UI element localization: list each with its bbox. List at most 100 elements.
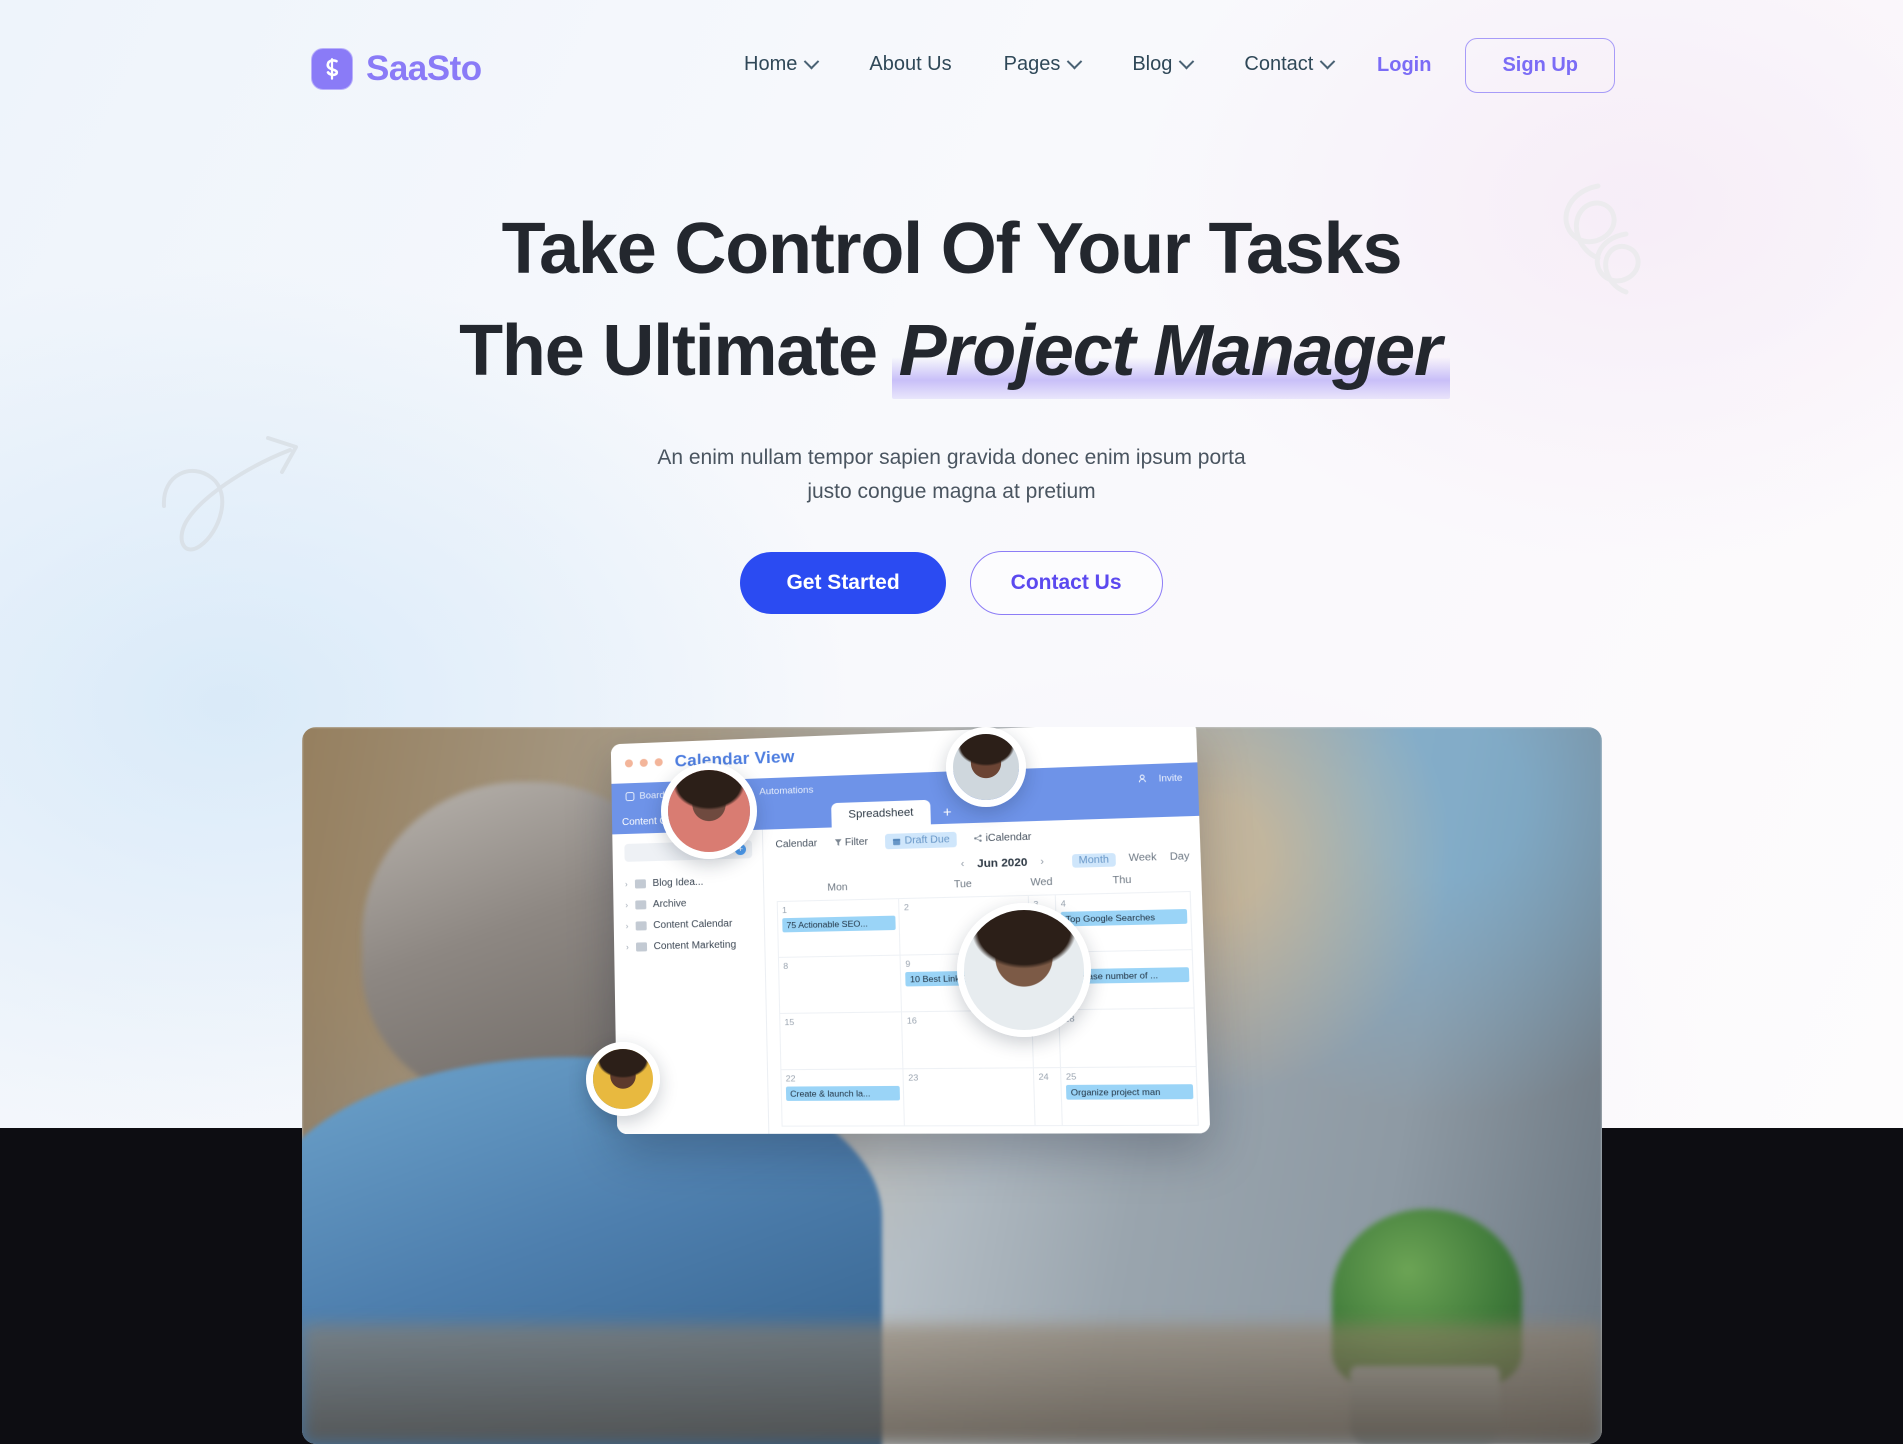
day-number: 22 <box>785 1073 796 1084</box>
view-mode-day[interactable]: Day <box>1170 851 1190 865</box>
avatar <box>661 763 757 859</box>
hero-section: Take Control Of Your Tasks The Ultimate … <box>0 206 1903 615</box>
desk-surface <box>302 1324 1602 1444</box>
avatar-photo <box>593 1049 653 1109</box>
nav-item-pages[interactable]: Pages <box>978 47 1107 82</box>
calendar-month-label: Jun 2020 <box>976 856 1028 870</box>
avatar-photo <box>668 770 750 852</box>
calendar-view-toggle: Month Week Day <box>1071 851 1190 868</box>
calendar-icon <box>892 838 900 845</box>
nav-item-about-us[interactable]: About Us <box>843 47 977 82</box>
contact-us-button[interactable]: Contact Us <box>969 550 1163 615</box>
prev-month-icon[interactable]: ‹ <box>961 858 965 869</box>
avatar <box>946 727 1026 807</box>
folder-icon <box>635 942 647 952</box>
day-number: 23 <box>908 1072 919 1083</box>
day-number: 24 <box>1038 1071 1049 1082</box>
avatar-photo <box>953 734 1019 800</box>
next-month-icon[interactable]: › <box>1040 856 1044 868</box>
sidebar-item-label: Content Calendar <box>653 918 733 932</box>
chevron-right-icon: › <box>624 879 628 889</box>
tab-spreadsheet[interactable]: Spreadsheet <box>831 799 931 828</box>
calendar-event[interactable]: Create & launch la... <box>785 1085 901 1101</box>
avatar <box>957 903 1091 1037</box>
view-mode-month[interactable]: Month <box>1071 852 1116 868</box>
hero-title-highlight: Project Manager <box>891 308 1451 400</box>
view-mode-week[interactable]: Week <box>1128 852 1156 866</box>
chevron-down-icon <box>804 53 820 70</box>
calendar-week-row: 22 Create & launch la... 23 24 25 Organize… <box>780 1066 1199 1127</box>
add-tab-plus-icon[interactable]: + <box>930 799 965 825</box>
sign-up-button[interactable]: Sign Up <box>1465 38 1615 93</box>
sidebar-item-label: Archive <box>652 898 687 911</box>
tab-draft-due[interactable]: Draft Due <box>884 831 958 850</box>
weekday-wed: Wed <box>1030 876 1053 889</box>
calendar-day-cell[interactable]: 25 Organize project man <box>1060 1066 1199 1126</box>
toolbar-automations-item[interactable]: Automations <box>745 785 814 798</box>
chevron-down-icon <box>1067 53 1083 70</box>
calendar-day-cell[interactable]: 23 <box>903 1067 1035 1126</box>
get-started-button[interactable]: Get Started <box>740 551 946 614</box>
calendar-day-cell[interactable]: 22 Create & launch la... <box>780 1068 905 1127</box>
toolbar-invite-item[interactable]: Invite <box>1138 772 1183 784</box>
folder-icon <box>634 879 646 889</box>
sidebar-item-label: Content Marketing <box>653 939 737 953</box>
day-number: 4 <box>1060 898 1067 909</box>
chevron-right-icon: › <box>625 921 629 931</box>
hero-subtitle-line-1: An enim nullam tempor sapien gravida don… <box>657 445 1246 469</box>
nav-label-home: Home <box>744 53 798 75</box>
tab-icalendar-label: iCalendar <box>985 831 1032 845</box>
hero-cta-group: Get Started Contact Us <box>0 550 1903 615</box>
hero-title-line-1: Take Control Of Your Tasks <box>501 209 1403 289</box>
day-number: 1 <box>781 904 788 916</box>
hero-title-prefix: The Ultimate <box>459 311 896 392</box>
window-traffic-lights-icon <box>624 758 663 768</box>
folder-icon <box>635 921 647 931</box>
calendar-event[interactable]: Organize project man <box>1066 1084 1194 1100</box>
calendar-day-cell[interactable]: 1 75 Actionable SEO... <box>777 898 901 958</box>
nav-label-contact: Contact <box>1244 53 1314 75</box>
sidebar-item-label: Blog Idea... <box>652 876 704 890</box>
nav-label-pages: Pages <box>1003 53 1061 75</box>
tab-calendar[interactable]: Calendar <box>775 838 817 850</box>
filter-icon <box>834 839 842 846</box>
day-number: 8 <box>783 960 789 972</box>
calendar-day-cell[interactable]: 15 <box>779 1011 904 1070</box>
toolbar-invite-label: Invite <box>1158 771 1183 784</box>
avatar <box>586 1042 660 1116</box>
page-title: Take Control Of Your Tasks The Ultimate … <box>0 206 1903 400</box>
tab-icalendar[interactable]: iCalendar <box>974 832 1032 845</box>
nav-item-home[interactable]: Home <box>718 47 843 82</box>
app-body: › Blog Idea... › Archive › Content Calen… <box>612 815 1211 1135</box>
avatar-photo <box>964 910 1084 1030</box>
nav-label-blog: Blog <box>1132 53 1173 75</box>
day-number: 25 <box>1065 1071 1077 1082</box>
sidebar-item-content-marketing[interactable]: › Content Marketing <box>626 934 754 958</box>
tab-filter-label: Filter <box>844 836 869 849</box>
nav-item-contact[interactable]: Contact <box>1218 47 1359 82</box>
chevron-down-icon <box>1320 53 1336 70</box>
brand-name: SaaSto <box>366 49 482 88</box>
tab-filter[interactable]: Filter <box>834 836 869 849</box>
sidebar-item-archive[interactable]: › Archive <box>625 892 753 916</box>
hero-subtitle: An enim nullam tempor sapien gravida don… <box>0 441 1903 509</box>
login-link[interactable]: Login <box>1377 54 1431 77</box>
toolbar-automations-label: Automations <box>759 784 814 798</box>
calendar-day-cell[interactable]: 8 <box>778 955 902 1014</box>
chevron-right-icon: › <box>625 900 629 910</box>
site-header: SaaSto Home About Us Pages Blog Contact … <box>0 0 1903 116</box>
brand-logo[interactable]: SaaSto <box>311 48 482 90</box>
person-add-icon <box>1138 774 1148 784</box>
day-number: 15 <box>784 1016 795 1028</box>
calendar-event[interactable]: 75 Actionable SEO... <box>782 915 897 933</box>
hero-subtitle-line-2: justo congue magna at pretium <box>807 479 1096 503</box>
sidebar-item-content-calendar[interactable]: › Content Calendar <box>626 913 754 937</box>
hero-title-line-2: The Ultimate Project Manager <box>0 308 1903 400</box>
chevron-right-icon: › <box>626 942 629 952</box>
calendar-day-cell[interactable]: 24 <box>1033 1067 1063 1126</box>
tab-draft-due-label: Draft Due <box>904 834 950 847</box>
nav-label-about-us: About Us <box>869 53 952 75</box>
main-navigation: Home About Us Pages Blog Contact <box>718 47 1359 82</box>
nav-item-blog[interactable]: Blog <box>1106 47 1218 82</box>
share-icon <box>974 834 983 842</box>
